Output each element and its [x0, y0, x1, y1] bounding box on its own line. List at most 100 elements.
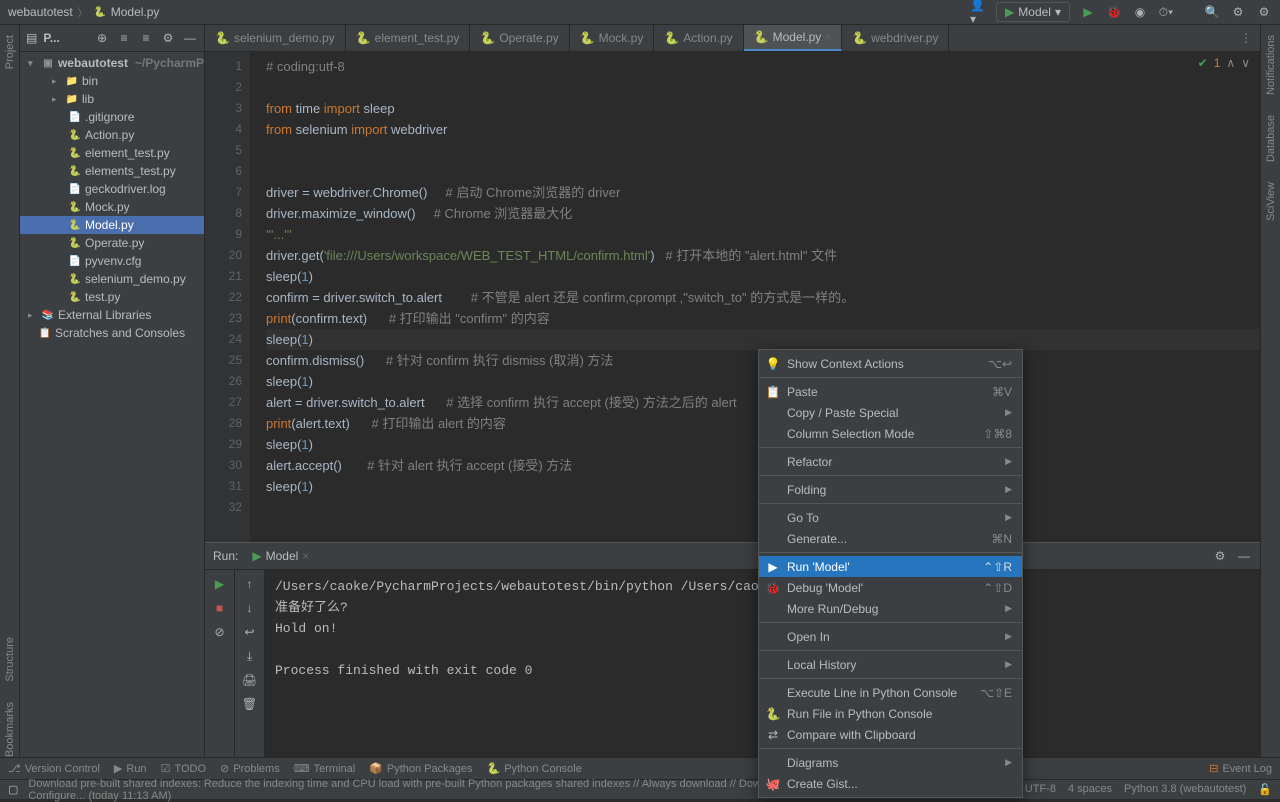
menu-item[interactable]: Copy / Paste Special▶	[759, 402, 1022, 423]
editor-tab[interactable]: 🐍element_test.py	[346, 25, 471, 51]
editor-content[interactable]: 12345678920212223242526272829303132 # co…	[205, 52, 1260, 542]
menu-item[interactable]: 💡Show Context Actions⌥↩	[759, 353, 1022, 374]
tree-external-libraries[interactable]: ▸ 📚 External Libraries	[20, 306, 204, 324]
bookmarks-tool-button[interactable]: Bookmarks	[4, 702, 16, 757]
encoding[interactable]: UTF-8	[1025, 783, 1056, 796]
project-panel-title[interactable]: P...	[43, 31, 59, 45]
profile-button[interactable]: ⏱▾	[1158, 4, 1174, 20]
close-icon[interactable]: ×	[302, 549, 309, 563]
lock-icon[interactable]: 🔓	[1258, 783, 1272, 796]
scroll-icon[interactable]: ⤓	[242, 648, 258, 664]
breadcrumb-file[interactable]: Model.py	[111, 5, 160, 19]
panel-settings-icon[interactable]: ⚙	[160, 30, 176, 46]
tree-item[interactable]: 📄.gitignore	[20, 108, 204, 126]
tree-root[interactable]: ▾ ▣ webautotest ~/PycharmP	[20, 54, 204, 72]
editor-tab[interactable]: 🐍selenium_demo.py	[205, 25, 346, 51]
tree-item[interactable]: ▸📁lib	[20, 90, 204, 108]
menu-item[interactable]: Go To▶	[759, 507, 1022, 528]
chevron-up-icon[interactable]: ∧	[1226, 56, 1235, 70]
tree-item[interactable]: 🐍Model.py	[20, 216, 204, 234]
tree-item[interactable]: 🐍test.py	[20, 288, 204, 306]
interpreter[interactable]: Python 3.8 (webautotest)	[1124, 783, 1246, 796]
editor-tab[interactable]: 🐍Model.py×	[744, 25, 843, 51]
debug-button[interactable]: 🐞	[1106, 4, 1122, 20]
version-control-button[interactable]: ⎇Version Control	[8, 762, 100, 775]
coverage-button[interactable]: ◉	[1132, 4, 1148, 20]
python-console-button[interactable]: 🐍Python Console	[487, 762, 582, 775]
wrap-icon[interactable]: ↩	[242, 624, 258, 640]
event-log-button[interactable]: ⊟Event Log	[1209, 762, 1272, 775]
user-icon[interactable]: 👤▾	[970, 4, 986, 20]
search-icon[interactable]: 🔍	[1204, 4, 1220, 20]
menu-item[interactable]: Execute Line in Python Console⌥⇧E	[759, 682, 1022, 703]
tree-item[interactable]: 📄geckodriver.log	[20, 180, 204, 198]
tree-scratches[interactable]: 📋 Scratches and Consoles	[20, 324, 204, 342]
tree-item[interactable]: 🐍element_test.py	[20, 144, 204, 162]
run-tab[interactable]: ▶ Model ×	[246, 549, 315, 563]
terminal-button[interactable]: ⌨Terminal	[294, 762, 355, 775]
menu-item[interactable]: Diagrams▶	[759, 752, 1022, 773]
rerun-icon[interactable]: ▶	[212, 576, 228, 592]
tree-item[interactable]: 🐍Action.py	[20, 126, 204, 144]
run-button-bottom[interactable]: ▶Run	[114, 762, 147, 775]
tree-item[interactable]: 🐍Mock.py	[20, 198, 204, 216]
menu-item[interactable]: ▶Run 'Model'⌃⇧R	[759, 556, 1022, 577]
project-tree[interactable]: ▾ ▣ webautotest ~/PycharmP ▸📁bin▸📁lib📄.g…	[20, 52, 204, 757]
python-packages-button[interactable]: 📦Python Packages	[369, 762, 472, 775]
tree-item[interactable]: 🐍selenium_demo.py	[20, 270, 204, 288]
menu-item[interactable]: 🐞Debug 'Model'⌃⇧D	[759, 577, 1022, 598]
problems-button[interactable]: ⊘Problems	[220, 762, 280, 775]
menu-item[interactable]: Generate...⌘N	[759, 528, 1022, 549]
hide-panel-icon[interactable]: —	[182, 30, 198, 46]
editor-tab[interactable]: 🐍webdriver.py	[842, 25, 949, 51]
menu-item[interactable]: Refactor▶	[759, 451, 1022, 472]
editor-tab[interactable]: 🐍Mock.py	[570, 25, 655, 51]
select-opened-file-icon[interactable]: ⊕	[94, 30, 110, 46]
status-icon[interactable]: ▢	[8, 783, 18, 796]
menu-item[interactable]: Local History▶	[759, 654, 1022, 675]
sciview-button[interactable]: SciView	[1265, 182, 1277, 221]
run-config-selector[interactable]: ▶ Model ▾	[996, 2, 1070, 22]
gear-icon[interactable]: ⚙	[1256, 4, 1272, 20]
editor-context-menu[interactable]: 💡Show Context Actions⌥↩ 📋Paste⌘VCopy / Pa…	[758, 349, 1023, 798]
database-button[interactable]: Database	[1265, 115, 1277, 162]
menu-item[interactable]: Folding▶	[759, 479, 1022, 500]
tree-item[interactable]: 🐍Operate.py	[20, 234, 204, 252]
up-icon[interactable]: ↑	[242, 576, 258, 592]
menu-item[interactable]: Column Selection Mode⇧⌘8	[759, 423, 1022, 444]
hide-run-icon[interactable]: —	[1236, 548, 1252, 564]
settings-icon[interactable]: ⚙	[1230, 4, 1246, 20]
run-settings-icon[interactable]: ⚙	[1212, 548, 1228, 564]
tree-item[interactable]: ▸📁bin	[20, 72, 204, 90]
tabs-more-icon[interactable]: ⋮	[1232, 25, 1260, 51]
menu-item[interactable]: Open In▶	[759, 626, 1022, 647]
notifications-button[interactable]: Notifications	[1265, 35, 1277, 95]
down-icon[interactable]: ↓	[242, 600, 258, 616]
project-tool-button[interactable]: Project	[4, 35, 16, 69]
collapse-all-icon[interactable]: ≡	[138, 30, 154, 46]
tree-item[interactable]: 🐍elements_test.py	[20, 162, 204, 180]
close-icon[interactable]: ×	[825, 32, 831, 43]
menu-item[interactable]: 📋Paste⌘V	[759, 381, 1022, 402]
run-button[interactable]: ▶	[1080, 4, 1096, 20]
stop-icon[interactable]: ■	[212, 600, 228, 616]
indent[interactable]: 4 spaces	[1068, 783, 1112, 796]
clear-icon[interactable]: 🗑	[242, 696, 258, 712]
editor-tab[interactable]: 🐍Operate.py	[470, 25, 569, 51]
chevron-down-icon[interactable]: ∨	[1241, 56, 1250, 70]
menu-item[interactable]: 🐍Run File in Python Console	[759, 703, 1022, 724]
menu-item[interactable]: 🐙Create Gist...	[759, 773, 1022, 794]
tree-item[interactable]: 📄pyvenv.cfg	[20, 252, 204, 270]
line-gutter[interactable]: 12345678920212223242526272829303132	[205, 52, 250, 542]
code-area[interactable]: # coding:utf-8 from time import sleepfro…	[250, 52, 1260, 542]
exit-icon[interactable]: ⊘	[212, 624, 228, 640]
expand-all-icon[interactable]: ≡	[116, 30, 132, 46]
editor-inspection-widget[interactable]: ✔ 1 ∧ ∨	[1198, 56, 1250, 70]
print-icon[interactable]: 🖨	[242, 672, 258, 688]
editor-tab[interactable]: 🐍Action.py	[654, 25, 743, 51]
breadcrumb-project[interactable]: webautotest	[8, 5, 73, 19]
menu-item[interactable]: ⇄Compare with Clipboard	[759, 724, 1022, 745]
menu-item[interactable]: More Run/Debug▶	[759, 598, 1022, 619]
todo-button[interactable]: ☑TODO	[161, 762, 206, 775]
structure-tool-button[interactable]: Structure	[4, 637, 16, 682]
